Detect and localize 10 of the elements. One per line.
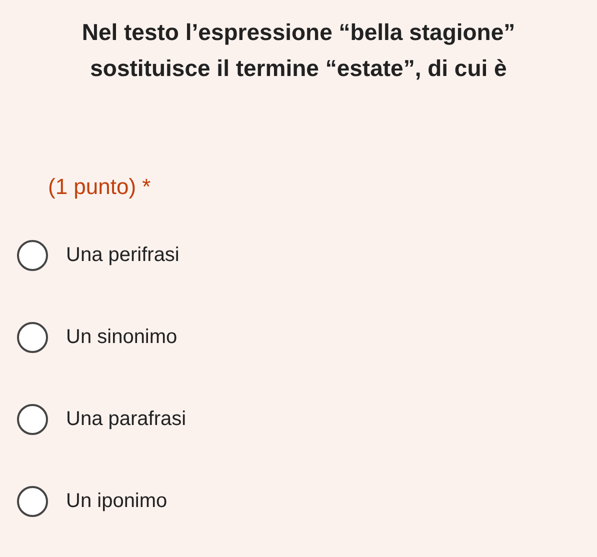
option-label: Un sinonimo: [66, 325, 178, 350]
radio-button[interactable]: [17, 322, 48, 352]
radio-button[interactable]: [17, 486, 48, 516]
radio-button[interactable]: [17, 404, 48, 434]
question-text: Nel testo l’espressione “bella stagione” sostituisce il termine “estate”, di cui è: [80, 18, 516, 83]
option-label: Una parafrasi: [66, 407, 186, 432]
points-label: (1 punto) *: [48, 174, 151, 199]
option-label: Una perifrasi: [66, 243, 180, 268]
option-label: Un iponimo: [66, 489, 168, 514]
radio-button[interactable]: [17, 240, 48, 270]
